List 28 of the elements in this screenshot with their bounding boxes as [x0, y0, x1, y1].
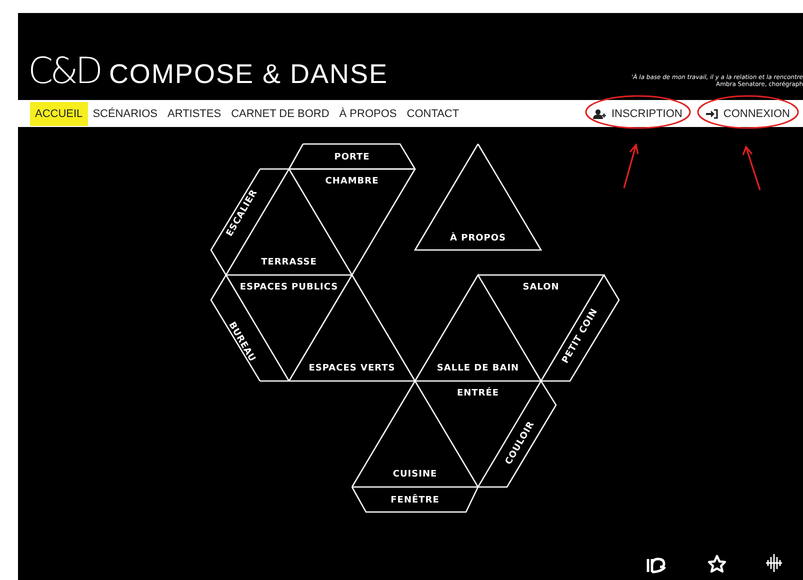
register-link[interactable]: INSCRIPTION	[590, 104, 686, 124]
nav-link[interactable]: ACCUEIL	[30, 102, 88, 126]
room-link[interactable]: ENTRÉE	[456, 388, 500, 398]
room-link[interactable]: CHAMBRE	[325, 176, 379, 186]
room-link[interactable]: CUISINE	[392, 469, 438, 480]
nav-link[interactable]: ARTISTES	[162, 102, 226, 126]
annotation-arrow	[742, 145, 761, 190]
annotation-arrow	[623, 143, 639, 188]
room-link[interactable]: À PROPOS	[450, 233, 506, 244]
login-link[interactable]: CONNEXION	[703, 104, 793, 124]
room-link[interactable]: SALLE DE BAIN	[436, 363, 520, 374]
logo-monogram[interactable]: C&D	[28, 54, 103, 90]
room-link[interactable]: FENÊTRE	[390, 495, 440, 506]
room-link[interactable]: SALON	[522, 282, 560, 292]
room-link[interactable]: ESPACES PUBLICS	[240, 282, 338, 292]
sign-in-icon	[706, 108, 718, 118]
star-logo-icon	[707, 554, 727, 574]
nav-link[interactable]: SCÉNARIOS	[88, 102, 162, 126]
room-link[interactable]: TERRASSE	[261, 257, 317, 268]
site-title[interactable]: COMPOSE & DANSE	[108, 61, 388, 90]
nav-link[interactable]: CARNET DE BORD	[226, 102, 334, 126]
nav-link[interactable]: À PROPOS	[334, 102, 402, 126]
room-link[interactable]: ESPACES VERTS	[308, 363, 396, 374]
partner-emblem-icon	[765, 552, 783, 574]
partner-logo-icon	[645, 556, 669, 574]
nav-link[interactable]: CONTACT	[402, 102, 464, 126]
room-link[interactable]: PORTE	[334, 152, 370, 162]
user-add-icon	[593, 108, 606, 118]
